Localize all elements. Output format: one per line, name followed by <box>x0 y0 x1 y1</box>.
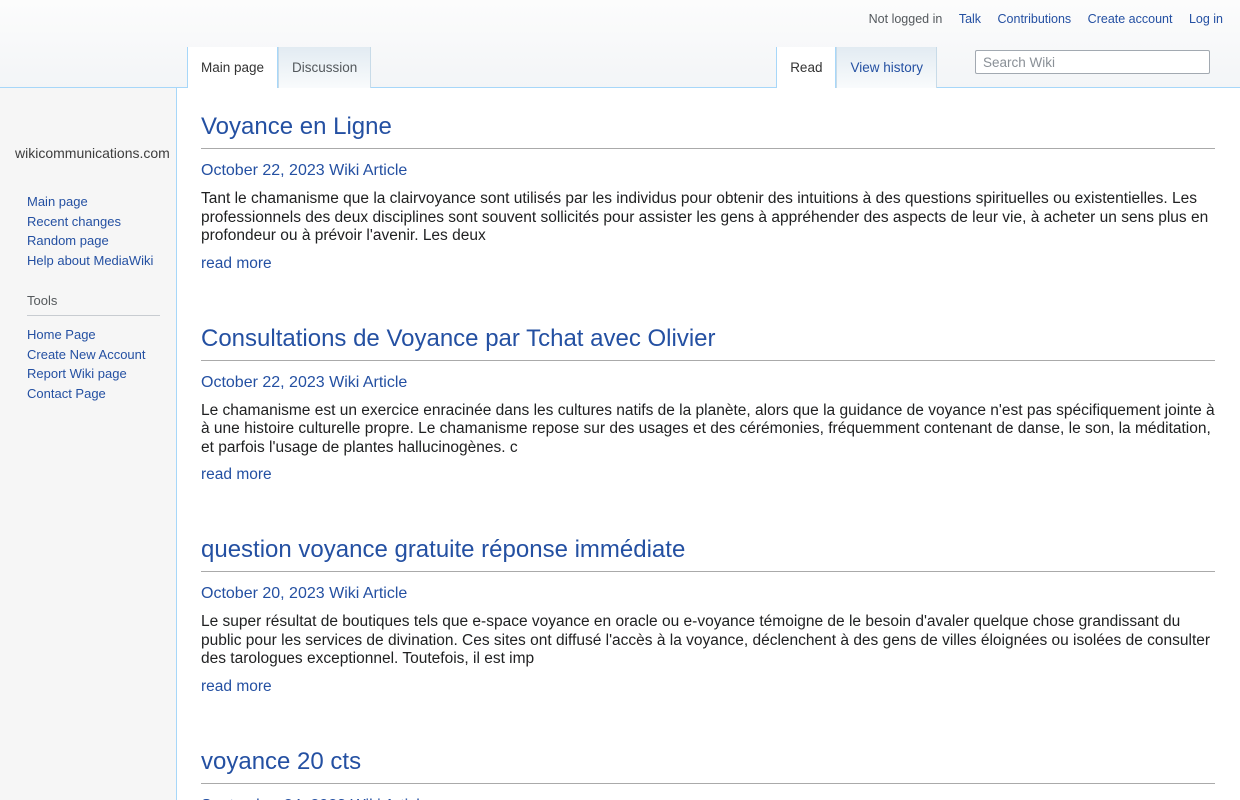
article-meta[interactable]: October 22, 2023 Wiki Article <box>201 162 1215 180</box>
site-title: wikicommunications.com <box>15 145 172 161</box>
list-item: Help about MediaWiki <box>27 251 176 271</box>
list-item: Random page <box>27 231 176 251</box>
search-input[interactable] <box>975 50 1210 74</box>
article-meta[interactable]: October 20, 2023 Wiki Article <box>201 585 1215 603</box>
namespace-tabs: Main page Discussion <box>187 47 371 88</box>
sidebar: wikicommunications.com Main page Recent … <box>0 88 176 403</box>
tab-discussion[interactable]: Discussion <box>278 47 371 88</box>
article-excerpt: Tant le chamanisme que la clairvoyance s… <box>201 190 1215 246</box>
tools-section-title: Tools <box>27 293 160 316</box>
tab-read[interactable]: Read <box>776 47 836 88</box>
article-question-voyance-gratuite: question voyance gratuite réponse immédi… <box>201 537 1215 696</box>
header-tabs-row: Main page Discussion Read View history <box>0 47 1240 88</box>
talk-link[interactable]: Talk <box>959 12 981 26</box>
article-title[interactable]: Consultations de Voyance par Tchat avec … <box>201 326 1215 361</box>
create-account-link[interactable]: Create account <box>1088 12 1173 26</box>
wiki-page: Not logged in Talk Contributions Create … <box>0 0 1240 800</box>
content-area: Voyance en Ligne October 22, 2023 Wiki A… <box>176 88 1240 800</box>
sidebar-item-main-page[interactable]: Main page <box>27 194 88 209</box>
sidebar-item-contact-page[interactable]: Contact Page <box>27 386 106 401</box>
article-meta[interactable]: September 24, 2023 Wiki Article <box>201 797 1215 800</box>
article-meta[interactable]: October 22, 2023 Wiki Article <box>201 374 1215 392</box>
article-voyance-20-cts: voyance 20 cts September 24, 2023 Wiki A… <box>201 749 1215 800</box>
contributions-link[interactable]: Contributions <box>998 12 1072 26</box>
tab-view-history[interactable]: View history <box>836 47 937 88</box>
article-excerpt: Le chamanisme est un exercice enracinée … <box>201 402 1215 458</box>
tab-main-page[interactable]: Main page <box>187 47 278 88</box>
header-right-zone: Read View history <box>776 47 1210 88</box>
list-item: Recent changes <box>27 212 176 232</box>
login-status-text: Not logged in <box>869 12 943 26</box>
article-title[interactable]: voyance 20 cts <box>201 749 1215 784</box>
view-tabs: Read View history <box>776 47 937 88</box>
personal-bar: Not logged in Talk Contributions Create … <box>869 12 1223 26</box>
log-in-link[interactable]: Log in <box>1189 12 1223 26</box>
sidebar-navigation: Main page Recent changes Random page Hel… <box>0 192 176 270</box>
article-voyance-en-ligne: Voyance en Ligne October 22, 2023 Wiki A… <box>201 114 1215 273</box>
list-item: Create New Account <box>27 345 176 365</box>
article-title[interactable]: Voyance en Ligne <box>201 114 1215 149</box>
list-item: Contact Page <box>27 384 176 404</box>
sidebar-item-report-wiki-page[interactable]: Report Wiki page <box>27 366 127 381</box>
sidebar-item-recent-changes[interactable]: Recent changes <box>27 214 121 229</box>
sidebar-tools: Home Page Create New Account Report Wiki… <box>0 325 176 403</box>
sidebar-item-create-new-account[interactable]: Create New Account <box>27 347 146 362</box>
sidebar-item-random-page[interactable]: Random page <box>27 233 109 248</box>
sidebar-item-help-mediawiki[interactable]: Help about MediaWiki <box>27 253 153 268</box>
list-item: Report Wiki page <box>27 364 176 384</box>
sidebar-item-home-page[interactable]: Home Page <box>27 327 96 342</box>
read-more-link[interactable]: read more <box>201 466 272 484</box>
article-title[interactable]: question voyance gratuite réponse immédi… <box>201 537 1215 572</box>
read-more-link[interactable]: read more <box>201 678 272 696</box>
article-excerpt: Le super résultat de boutiques tels que … <box>201 613 1215 669</box>
list-item: Home Page <box>27 325 176 345</box>
search-form <box>975 47 1210 88</box>
read-more-link[interactable]: read more <box>201 255 272 273</box>
list-item: Main page <box>27 192 176 212</box>
article-consultations-tchat-olivier: Consultations de Voyance par Tchat avec … <box>201 326 1215 485</box>
